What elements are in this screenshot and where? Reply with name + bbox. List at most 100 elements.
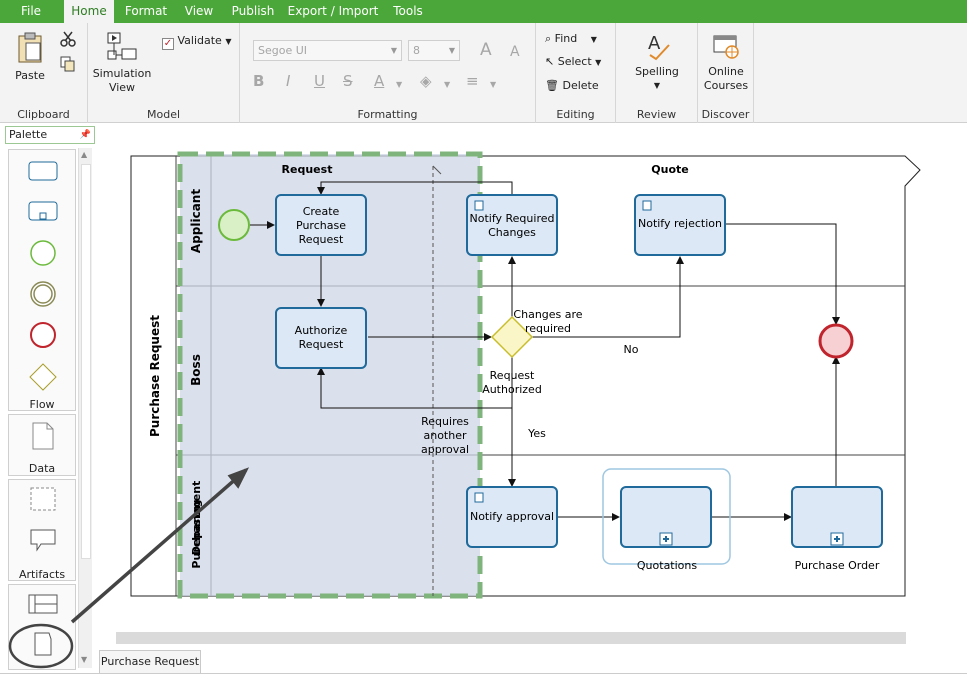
discover-group-label: Discover bbox=[701, 108, 750, 121]
grow-font-icon[interactable]: A bbox=[480, 41, 492, 59]
canvas-scroll-thumb[interactable] bbox=[116, 632, 906, 644]
trash-icon: 🗑 bbox=[545, 79, 559, 92]
font-family-value: Segoe UI bbox=[258, 44, 308, 57]
formatting-group: Segoe UI ▼ 8 ▼ A A B I U S A ▼ ◈ ▼ ≡ ▼ For… bbox=[240, 23, 536, 123]
discover-group: Online Courses Discover bbox=[698, 23, 754, 123]
menu-tab-tools[interactable]: Tools bbox=[386, 0, 430, 23]
gateway-label: Request Authorized bbox=[482, 369, 542, 396]
lane-label-purchasing-department: PurchasingDepartment bbox=[190, 481, 203, 569]
pool-label: Purchase Request bbox=[148, 315, 162, 437]
model-group: Simulation View ✓ Validate ▼ Model bbox=[88, 23, 240, 123]
menu-tab-export-import[interactable]: Export / Import bbox=[286, 0, 380, 23]
palette-group-icon[interactable] bbox=[30, 487, 56, 511]
palette-task-icon[interactable] bbox=[28, 161, 58, 181]
palette-annotation-icon[interactable] bbox=[30, 529, 56, 552]
simulation-view-button[interactable]: Simulation View bbox=[92, 31, 152, 95]
underline-icon[interactable]: U bbox=[314, 72, 325, 90]
end-event[interactable] bbox=[818, 323, 854, 359]
script-task-icon bbox=[474, 492, 484, 503]
cut-icon[interactable] bbox=[60, 31, 76, 50]
model-group-label: Model bbox=[146, 108, 181, 121]
clipboard-group-label: Clipboard bbox=[17, 108, 70, 121]
start-event[interactable] bbox=[218, 209, 250, 241]
chevron-down-icon: ▼ bbox=[595, 58, 602, 67]
simulation-view-label: Simulation View bbox=[92, 67, 152, 94]
select-button[interactable]: ↖ Select ▼ bbox=[545, 54, 601, 71]
palette-data-object-icon[interactable] bbox=[32, 422, 54, 450]
script-task-icon bbox=[474, 200, 484, 211]
font-color-icon[interactable]: A bbox=[374, 72, 384, 90]
flow-label-no: No bbox=[624, 343, 639, 356]
pin-icon[interactable]: 📌 bbox=[80, 127, 91, 143]
fill-color-icon[interactable]: ◈ bbox=[420, 72, 432, 90]
script-task-icon bbox=[642, 200, 652, 211]
palette-scroll-thumb[interactable] bbox=[81, 164, 91, 559]
find-label: Find bbox=[554, 32, 578, 45]
font-size-value: 8 bbox=[413, 44, 420, 57]
palette-section-data-label: Data bbox=[28, 462, 56, 475]
find-button[interactable]: ⌕ Find ▼ bbox=[545, 31, 597, 48]
lane-label-applicant: Applicant bbox=[189, 189, 203, 253]
palette-scrollbar[interactable]: ▲ ▼ bbox=[78, 148, 92, 668]
online-courses-icon bbox=[713, 35, 739, 59]
spelling-label: Spelling bbox=[635, 65, 679, 78]
select-label: Select bbox=[557, 55, 592, 68]
document-tab-purchase-request[interactable]: Purchase Request bbox=[99, 650, 201, 674]
clipboard-group: Paste Clipboard bbox=[0, 23, 88, 123]
scroll-up-icon[interactable]: ▲ bbox=[81, 150, 87, 159]
subprocess-quotations-label: Quotations bbox=[637, 559, 697, 572]
palette-section-artifacts-label: Artifacts bbox=[18, 568, 66, 581]
menu-tab-home[interactable]: Home bbox=[64, 0, 114, 23]
diagram-canvas[interactable]: Purchase Request Applicant Boss Purchasi… bbox=[96, 126, 967, 630]
scroll-down-icon[interactable]: ▼ bbox=[81, 655, 87, 664]
palette-section-data: Data bbox=[8, 414, 76, 476]
copy-icon[interactable] bbox=[60, 56, 76, 75]
task-notify-approval-label: Notify approval bbox=[470, 510, 554, 523]
menu-tab-file[interactable]: File bbox=[0, 0, 62, 23]
editing-group: ⌕ Find ▼ ↖ Select ▼ 🗑 Delete Editing bbox=[536, 23, 616, 123]
validate-button[interactable]: ✓ Validate ▼ bbox=[162, 33, 231, 50]
chevron-down-icon: ▼ bbox=[653, 81, 661, 90]
menu-tab-publish[interactable]: Publish bbox=[226, 0, 280, 23]
palette-start-event-icon[interactable] bbox=[30, 240, 56, 266]
palette-section-flow-label: Flow bbox=[29, 398, 55, 411]
paste-label: Paste bbox=[15, 69, 45, 82]
delete-label: Delete bbox=[562, 79, 599, 92]
palette-end-event-icon[interactable] bbox=[30, 322, 56, 348]
subprocess-purchase-order-label: Purchase Order bbox=[795, 559, 880, 572]
font-family-select[interactable]: Segoe UI ▼ bbox=[253, 40, 402, 61]
online-courses-button[interactable]: Online Courses bbox=[700, 33, 752, 93]
svg-text:A: A bbox=[648, 33, 661, 54]
flow-label-yes: Yes bbox=[527, 427, 546, 440]
spelling-button[interactable]: A Spelling ▼ bbox=[624, 31, 690, 93]
shrink-font-icon[interactable]: A bbox=[510, 43, 520, 61]
canvas-horizontal-scrollbar[interactable] bbox=[116, 632, 906, 644]
palette-gateway-icon[interactable] bbox=[29, 363, 57, 391]
chevron-down-icon[interactable]: ▼ bbox=[444, 76, 450, 94]
menu-tab-format[interactable]: Format bbox=[118, 0, 174, 23]
review-group: A Spelling ▼ Review bbox=[616, 23, 698, 123]
font-size-select[interactable]: 8 ▼ bbox=[408, 40, 460, 61]
task-create-purchase-request-label: Create Purchase Request bbox=[296, 205, 346, 246]
validate-label: Validate bbox=[177, 34, 222, 47]
chevron-down-icon: ▼ bbox=[448, 46, 455, 55]
palette-phase-icon[interactable] bbox=[34, 632, 52, 656]
bold-icon[interactable]: B bbox=[253, 72, 264, 90]
chevron-down-icon: ▼ bbox=[590, 35, 597, 44]
task-authorize-request-label: Authorize Request bbox=[295, 324, 348, 351]
phase-label-request: Request bbox=[282, 163, 333, 176]
palette-header: Palette 📌 bbox=[5, 126, 95, 144]
flow-label-requires-another-approval: Requires another approval bbox=[421, 415, 469, 456]
palette-subprocess-icon[interactable] bbox=[28, 201, 58, 221]
italic-icon[interactable]: I bbox=[286, 72, 290, 90]
align-icon[interactable]: ≡ bbox=[466, 72, 479, 90]
paste-button[interactable]: Paste bbox=[8, 31, 52, 83]
chevron-down-icon[interactable]: ▼ bbox=[490, 76, 496, 94]
menu-bar: File Home Format View Publish Export / I… bbox=[0, 0, 967, 23]
menu-tab-view[interactable]: View bbox=[178, 0, 220, 23]
simulation-view-icon bbox=[107, 32, 137, 60]
chevron-down-icon[interactable]: ▼ bbox=[396, 76, 402, 94]
palette-section-swimlanes bbox=[8, 584, 76, 670]
delete-button[interactable]: 🗑 Delete bbox=[545, 78, 599, 94]
strikethrough-icon[interactable]: S bbox=[343, 72, 353, 90]
